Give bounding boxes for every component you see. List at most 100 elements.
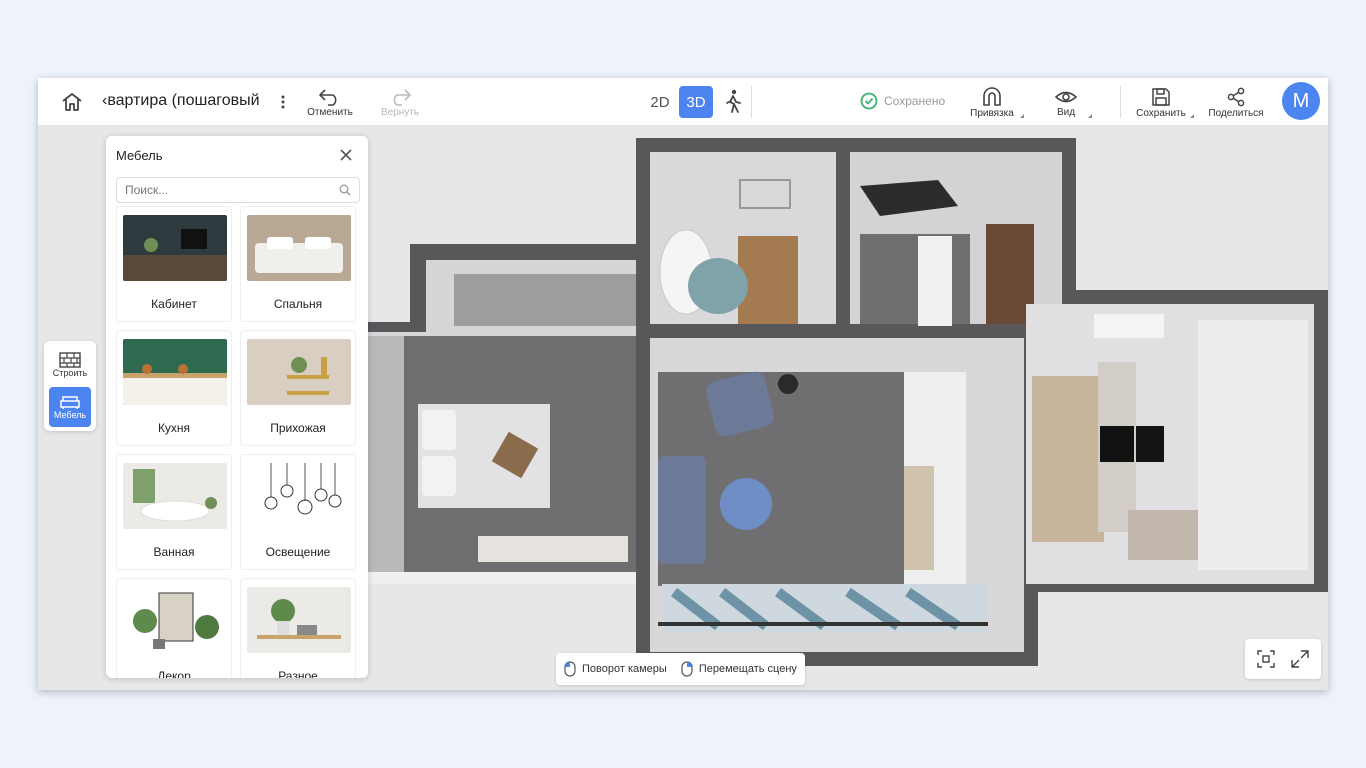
project-title[interactable]: ‹вартира (пошаговый xyxy=(102,92,260,110)
misc-thumb xyxy=(247,587,351,653)
walking-person-icon xyxy=(726,89,741,113)
kitchen-thumb xyxy=(123,339,227,405)
category-label: Разное xyxy=(278,669,318,678)
category-card[interactable]: Кабинет xyxy=(116,206,232,322)
home-icon xyxy=(62,93,82,111)
fullscreen-icon[interactable] xyxy=(1291,650,1309,668)
search-box xyxy=(116,177,360,203)
snap-label: Привязка xyxy=(970,108,1014,119)
mouse-right-icon xyxy=(681,661,693,677)
bedroom-wall-bottom xyxy=(368,572,636,584)
office-thumb xyxy=(123,215,227,281)
save-button[interactable]: Сохранить xyxy=(1134,84,1194,122)
category-label: Кабинет xyxy=(151,297,197,311)
move-scene-label: Перемещать сцену xyxy=(698,663,797,675)
hallway-thumb xyxy=(247,339,351,405)
bathroom-thumb xyxy=(123,463,227,529)
left-toolbar: Строить Мебель xyxy=(44,341,96,431)
curtain-rod xyxy=(658,622,988,626)
category-card[interactable]: Кухня xyxy=(116,330,232,446)
build-tool-button[interactable]: Строить xyxy=(49,345,91,385)
divider xyxy=(1120,86,1121,118)
decor-thumb xyxy=(123,587,227,653)
category-label: Прихожая xyxy=(270,421,326,435)
furniture-tool-button[interactable]: Мебель xyxy=(49,387,91,427)
category-card[interactable]: Декор xyxy=(116,578,232,678)
category-card[interactable]: Разное xyxy=(240,578,356,678)
category-card[interactable]: Ванная xyxy=(116,454,232,570)
view-controls xyxy=(1245,639,1321,679)
category-label: Кухня xyxy=(157,421,191,435)
sofa xyxy=(658,456,706,564)
category-label: Освещение xyxy=(265,545,331,559)
floor-lamp xyxy=(778,374,798,394)
bath-mat xyxy=(688,258,748,314)
kitchen-wall xyxy=(1198,320,1308,570)
project-menu-button[interactable] xyxy=(280,92,290,112)
close-icon xyxy=(340,149,352,161)
user-avatar[interactable]: M xyxy=(1282,82,1320,120)
share-icon xyxy=(1227,87,1245,107)
tv-stand xyxy=(904,466,934,570)
category-label: Декор xyxy=(157,669,191,678)
save-status-text: Сохранено xyxy=(884,94,946,108)
rotate-camera-hint: Поворот камеры xyxy=(564,661,667,677)
sofa-icon xyxy=(60,396,80,409)
build-tool-label: Строить xyxy=(52,368,88,378)
furniture-tool-label: Мебель xyxy=(53,410,87,420)
magnet-icon xyxy=(983,87,1001,106)
category-label: Ванная xyxy=(153,545,195,559)
wardrobe xyxy=(454,274,636,326)
oven xyxy=(1100,426,1134,462)
fit-to-screen-icon[interactable] xyxy=(1257,650,1275,668)
divider xyxy=(751,86,752,118)
kitchen-floor xyxy=(1032,376,1104,542)
undo-button[interactable]: Отменить xyxy=(304,84,356,122)
cabinet xyxy=(918,236,952,326)
mode-3d-button[interactable]: 3D xyxy=(679,86,713,118)
cooktop xyxy=(1136,426,1164,462)
category-card[interactable]: Освещение xyxy=(240,454,356,570)
wall-icon xyxy=(59,352,81,368)
view-label: Вид xyxy=(1056,107,1076,118)
mode-2d-button[interactable]: 2D xyxy=(643,86,677,118)
undo-label: Отменить xyxy=(307,107,353,118)
undo-icon xyxy=(319,89,337,106)
save-status: Сохранено xyxy=(860,92,945,110)
panel-title: Мебель xyxy=(116,148,163,163)
pillow xyxy=(422,456,456,496)
bedroom-thumb xyxy=(247,215,351,281)
home-button[interactable] xyxy=(58,90,86,114)
floppy-disk-icon xyxy=(1152,88,1170,106)
view-button[interactable]: Вид xyxy=(1046,84,1092,122)
search-icon[interactable] xyxy=(339,184,351,196)
redo-button[interactable]: Вернуть xyxy=(374,84,426,122)
category-card[interactable]: Прихожая xyxy=(240,330,356,446)
pillow xyxy=(422,410,456,450)
snap-button[interactable]: Привязка xyxy=(966,84,1024,122)
close-panel-button[interactable] xyxy=(339,148,353,162)
category-grid: Кабинет Спальня Кухня Прихожая Ванная Освещен… xyxy=(116,206,360,678)
mouse-left-icon xyxy=(564,661,576,677)
category-card[interactable]: Спальня xyxy=(240,206,356,322)
share-button[interactable]: Поделиться xyxy=(1204,84,1268,122)
redo-icon xyxy=(393,89,411,106)
coffee-table xyxy=(720,478,772,530)
furniture-panel: Мебель Кабинет Спальня Кухня Прихожая Ванная… xyxy=(106,136,368,678)
check-circle-icon xyxy=(860,92,878,110)
search-input[interactable] xyxy=(125,179,325,201)
lighting-thumb xyxy=(247,463,351,529)
walk-mode-button[interactable] xyxy=(721,88,747,116)
rotate-camera-label: Поворот камеры xyxy=(582,663,667,675)
utility-floor xyxy=(860,234,970,324)
move-scene-hint: Перемещать сцену xyxy=(681,661,797,677)
bedroom-wallpaper xyxy=(368,336,404,572)
fridge-top xyxy=(1094,314,1164,338)
share-label: Поделиться xyxy=(1208,108,1264,119)
radiator-rug xyxy=(478,536,628,562)
top-bar: ‹вартира (пошаговый Отменить Вернуть 2D … xyxy=(38,78,1328,126)
planner-app: ‹вартира (пошаговый Отменить Вернуть 2D … xyxy=(38,78,1328,690)
eye-icon xyxy=(1055,91,1077,103)
redo-label: Вернуть xyxy=(380,107,420,118)
more-vertical-icon xyxy=(281,95,285,109)
